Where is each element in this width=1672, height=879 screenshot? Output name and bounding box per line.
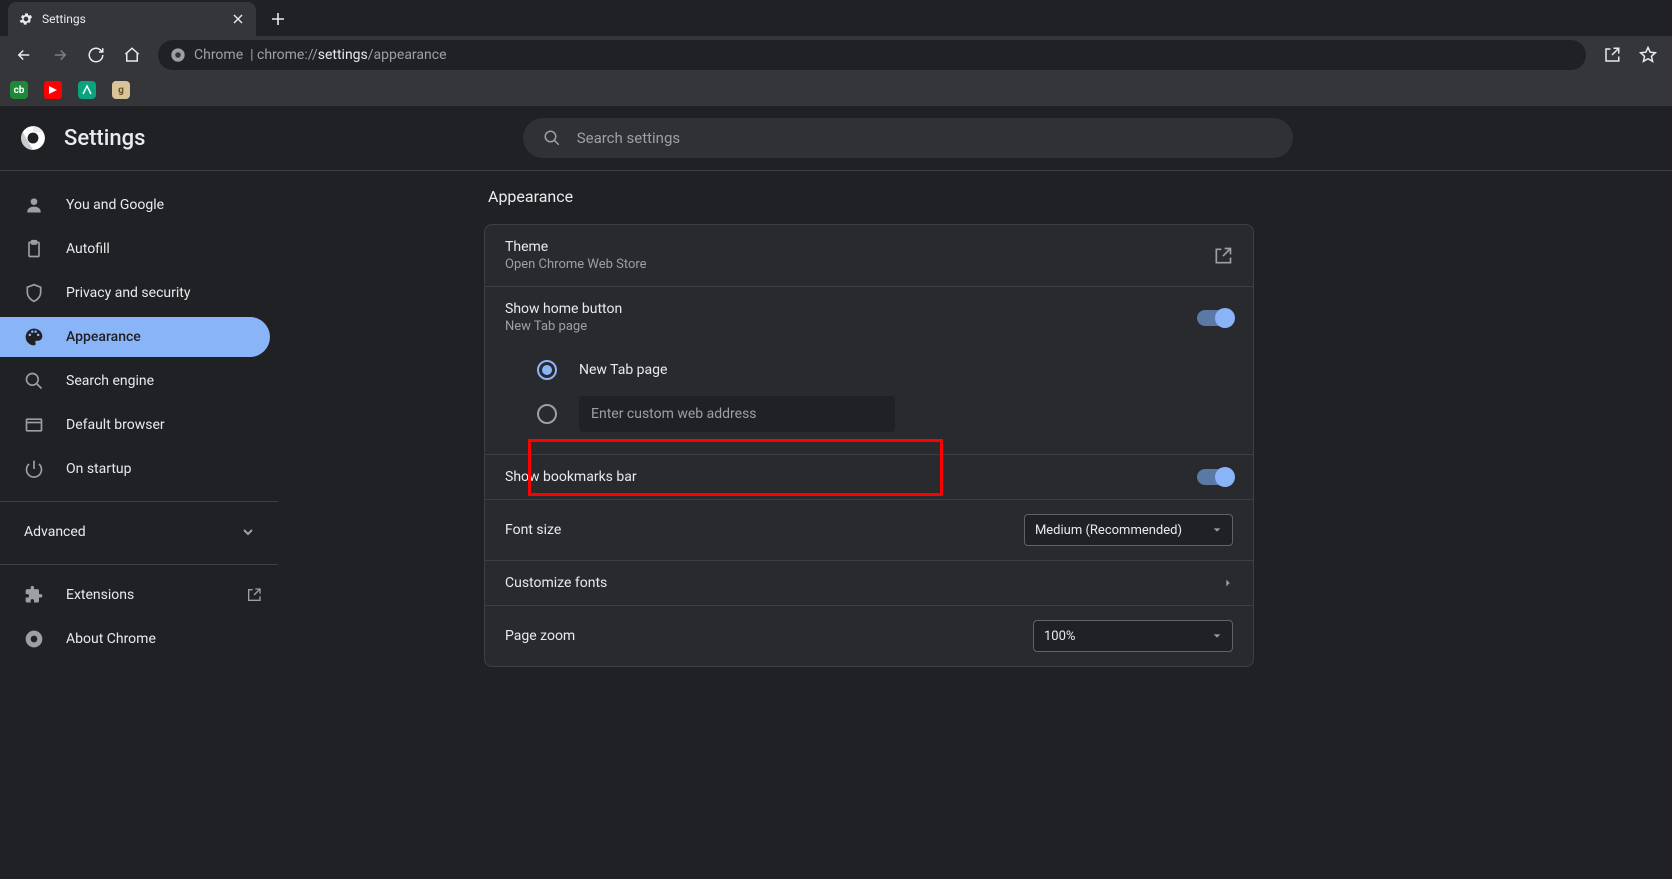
chrome-icon: [170, 47, 186, 63]
chevron-down-icon: [242, 526, 254, 538]
gear-icon: [18, 11, 34, 27]
search-icon: [543, 129, 561, 147]
select-value: 100%: [1044, 629, 1075, 644]
row-home-button: Show home button New Tab page: [485, 286, 1253, 348]
app-header: Settings Search settings: [0, 106, 1672, 170]
sidebar-item-search-engine[interactable]: Search engine: [0, 361, 284, 401]
settings-page: Settings Search settings You and Google …: [0, 106, 1672, 879]
chevron-down-icon: [1212, 631, 1222, 641]
sidebar-label: Default browser: [66, 417, 165, 433]
appearance-card: Theme Open Chrome Web Store Show home bu…: [484, 224, 1254, 667]
tab-title: Settings: [42, 12, 86, 26]
bookmark-favicon[interactable]: cb: [10, 81, 28, 99]
row-font-size: Font size Medium (Recommended): [485, 499, 1253, 560]
radio-label: New Tab page: [579, 362, 667, 378]
person-icon: [24, 195, 44, 215]
sidebar-label: On startup: [66, 461, 132, 477]
open-external-icon: [246, 587, 262, 603]
sidebar-item-about[interactable]: About Chrome: [0, 619, 284, 659]
close-icon[interactable]: [230, 11, 246, 27]
tab-strip: Settings: [0, 0, 1672, 36]
row-title: Page zoom: [505, 628, 1033, 644]
row-title: Show bookmarks bar: [505, 469, 1197, 485]
sidebar-item-autofill[interactable]: Autofill: [0, 229, 284, 269]
back-button[interactable]: [8, 39, 40, 71]
row-page-zoom: Page zoom 100%: [485, 605, 1253, 666]
row-subtitle: Open Chrome Web Store: [505, 257, 1213, 272]
settings-sidebar: You and Google Autofill Privacy and secu…: [0, 171, 284, 879]
search-settings-input[interactable]: Search settings: [523, 118, 1293, 158]
sidebar-label: About Chrome: [66, 631, 156, 647]
radio-unselected-icon: [537, 404, 557, 424]
row-title: Show home button: [505, 301, 1197, 317]
chevron-right-icon: [1223, 578, 1233, 588]
bookmark-star-icon[interactable]: [1632, 39, 1664, 71]
row-title: Font size: [505, 522, 1024, 538]
bookmarks-bar: cb g: [0, 74, 1672, 106]
sidebar-item-you-and-google[interactable]: You and Google: [0, 185, 284, 225]
forward-button: [44, 39, 76, 71]
home-button[interactable]: [116, 39, 148, 71]
sidebar-advanced[interactable]: Advanced: [0, 512, 278, 552]
sidebar-label: Autofill: [66, 241, 110, 257]
radio-selected-icon: [537, 360, 557, 380]
shield-icon: [24, 283, 44, 303]
bookmark-favicon[interactable]: [44, 81, 62, 99]
power-icon: [24, 459, 44, 479]
divider: [0, 564, 278, 565]
row-title: Customize fonts: [505, 575, 1223, 591]
sidebar-label: Appearance: [66, 329, 141, 345]
select-value: Medium (Recommended): [1035, 523, 1182, 538]
chevron-down-icon: [1212, 525, 1222, 535]
sidebar-label: You and Google: [66, 197, 164, 213]
browser-toolbar: Chrome | chrome://settings/appearance: [0, 36, 1672, 74]
share-icon[interactable]: [1596, 39, 1628, 71]
sidebar-item-extensions[interactable]: Extensions: [0, 575, 284, 615]
row-bookmarks-bar: Show bookmarks bar: [485, 454, 1253, 499]
radio-new-tab[interactable]: New Tab page: [537, 348, 1233, 392]
palette-icon: [24, 327, 44, 347]
sidebar-label: Search engine: [66, 373, 154, 389]
sidebar-item-appearance[interactable]: Appearance: [0, 317, 270, 357]
search-placeholder: Search settings: [577, 129, 680, 147]
settings-main: Appearance Theme Open Chrome Web Store: [284, 171, 1672, 879]
search-icon: [24, 371, 44, 391]
bookmarks-toggle[interactable]: [1197, 469, 1233, 485]
address-bar[interactable]: Chrome | chrome://settings/appearance: [158, 40, 1586, 70]
section-title: Appearance: [488, 187, 1254, 206]
puzzle-icon: [24, 585, 44, 605]
custom-url-input[interactable]: [579, 396, 895, 432]
sidebar-item-on-startup[interactable]: On startup: [0, 449, 284, 489]
row-subtitle: New Tab page: [505, 319, 1197, 334]
browser-icon: [24, 415, 44, 435]
advanced-label: Advanced: [24, 524, 86, 540]
row-customize-fonts[interactable]: Customize fonts: [485, 560, 1253, 605]
bookmark-favicon[interactable]: [78, 81, 96, 99]
page-title: Settings: [64, 126, 145, 151]
row-title: Theme: [505, 239, 1213, 255]
reload-button[interactable]: [80, 39, 112, 71]
open-external-icon[interactable]: [1213, 246, 1233, 266]
chrome-logo-icon: [20, 125, 46, 151]
sidebar-label: Extensions: [66, 587, 134, 603]
radio-custom-url[interactable]: [537, 392, 1233, 436]
home-button-options: New Tab page: [485, 348, 1253, 454]
zoom-select[interactable]: 100%: [1033, 620, 1233, 652]
home-button-toggle[interactable]: [1197, 310, 1233, 326]
url-text: Chrome | chrome://settings/appearance: [194, 47, 447, 63]
sidebar-label: Privacy and security: [66, 285, 190, 301]
chrome-icon: [24, 629, 44, 649]
clipboard-icon: [24, 239, 44, 259]
font-size-select[interactable]: Medium (Recommended): [1024, 514, 1233, 546]
sidebar-item-default-browser[interactable]: Default browser: [0, 405, 284, 445]
sidebar-item-privacy[interactable]: Privacy and security: [0, 273, 284, 313]
bookmark-favicon[interactable]: g: [112, 81, 130, 99]
new-tab-button[interactable]: [264, 5, 292, 33]
divider: [0, 501, 278, 502]
browser-tab[interactable]: Settings: [8, 2, 256, 36]
row-theme[interactable]: Theme Open Chrome Web Store: [485, 225, 1253, 286]
